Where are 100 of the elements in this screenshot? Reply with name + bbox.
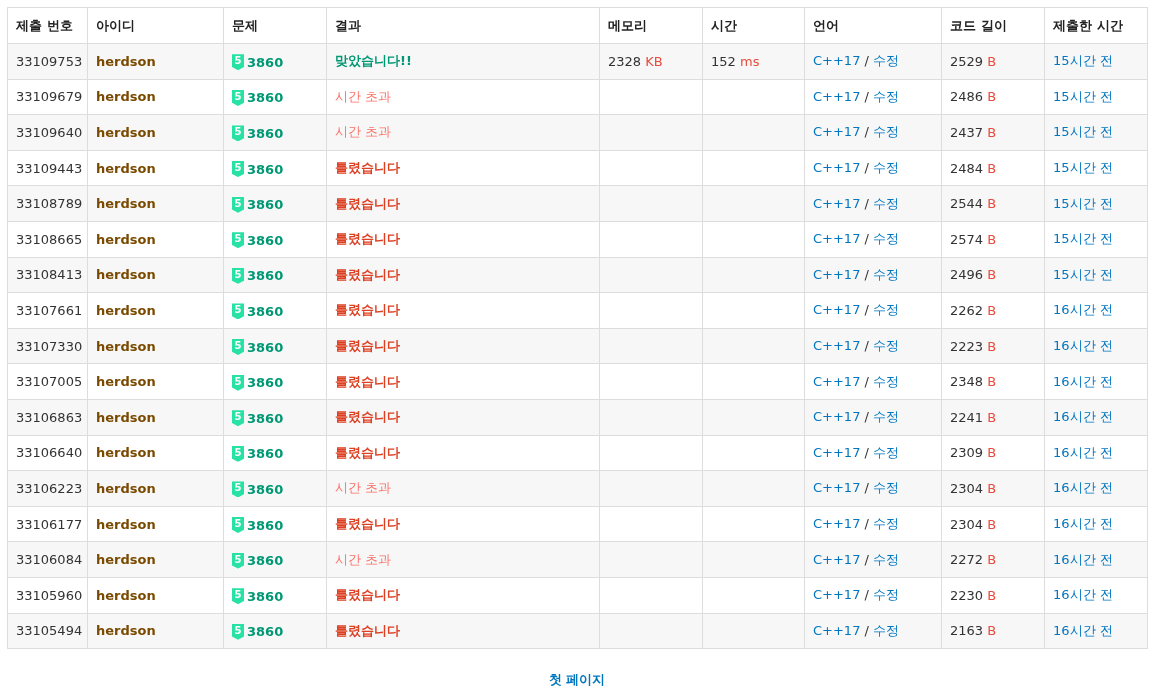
edit-link[interactable]: 수정	[873, 480, 900, 496]
code-length: 2348 B	[950, 374, 997, 390]
edit-link[interactable]: 수정	[873, 53, 900, 69]
user-link[interactable]: herdson	[96, 53, 156, 69]
column-header: 제출 번호	[7, 7, 88, 44]
language-link[interactable]: C++17	[813, 444, 861, 460]
edit-link[interactable]: 수정	[873, 551, 900, 567]
code-length: 2486 B	[950, 89, 997, 105]
user-link[interactable]: herdson	[96, 516, 156, 532]
user-link[interactable]: herdson	[96, 623, 156, 639]
user-link[interactable]: herdson	[96, 231, 156, 247]
edit-link[interactable]: 수정	[873, 88, 900, 104]
separator-text: /	[864, 373, 869, 389]
user-link[interactable]: herdson	[96, 552, 156, 568]
result-text: 틀렸습니다	[335, 160, 400, 176]
result-text: 틀렸습니다	[335, 622, 400, 638]
edit-link[interactable]: 수정	[873, 231, 900, 247]
edit-link[interactable]: 수정	[873, 409, 900, 425]
separator-text: /	[864, 88, 869, 104]
result-text: 틀렸습니다	[335, 338, 400, 354]
language-link[interactable]: C++17	[813, 622, 861, 638]
submission-id: 33108413	[7, 257, 88, 293]
tier-badge: 5	[232, 481, 244, 498]
memory-value: 2328 KB	[608, 53, 663, 69]
separator-text: /	[864, 160, 869, 176]
time-value: 152 ms	[711, 53, 760, 69]
result-text: 시간 초과	[335, 551, 392, 567]
user-link[interactable]: herdson	[96, 409, 156, 425]
tier-badge: 5	[232, 267, 244, 284]
language-link[interactable]: C++17	[813, 587, 861, 603]
submission-id: 33106863	[7, 399, 88, 436]
separator-text: /	[864, 195, 869, 211]
user-link[interactable]: herdson	[96, 480, 156, 496]
language-link[interactable]: C++17	[813, 231, 861, 247]
tier-badge: 5	[232, 196, 244, 213]
submission-id: 33106084	[7, 541, 88, 578]
code-length: 2304 B	[950, 480, 997, 496]
language-link[interactable]: C++17	[813, 516, 861, 531]
user-link[interactable]: herdson	[96, 267, 156, 283]
separator-text: /	[864, 480, 869, 496]
user-link[interactable]: herdson	[96, 338, 156, 354]
result-text: 틀렸습니다	[335, 195, 400, 211]
language-link[interactable]: C++17	[813, 338, 861, 354]
edit-link[interactable]: 수정	[873, 516, 900, 531]
edit-link[interactable]: 수정	[873, 160, 900, 176]
language-link[interactable]: C++17	[813, 88, 861, 104]
user-link[interactable]: herdson	[96, 587, 156, 603]
user-link[interactable]: herdson	[96, 374, 156, 390]
result-text: 시간 초과	[335, 480, 392, 496]
user-link[interactable]: herdson	[96, 445, 156, 461]
edit-link[interactable]: 수정	[873, 373, 900, 389]
submission-id: 33108789	[7, 185, 88, 222]
code-length: 2484 B	[950, 160, 997, 176]
code-length: 2223 B	[950, 338, 997, 354]
edit-link[interactable]: 수정	[873, 302, 900, 318]
code-length: 2304 B	[950, 516, 997, 532]
separator-text: /	[864, 231, 869, 247]
result-text: 틀렸습니다	[335, 587, 400, 603]
tier-badge: 5	[232, 445, 244, 462]
user-link[interactable]: herdson	[96, 196, 156, 212]
user-link[interactable]: herdson	[96, 302, 156, 318]
user-link[interactable]: herdson	[96, 89, 156, 105]
tier-badge: 5	[232, 125, 244, 142]
language-link[interactable]: C++17	[813, 195, 861, 211]
language-link[interactable]: C++17	[813, 266, 861, 282]
column-header: 시간	[702, 7, 805, 44]
submission-id: 33107330	[7, 328, 88, 364]
user-link[interactable]: herdson	[96, 160, 156, 176]
submission-id: 33109753	[7, 43, 88, 80]
submission-id: 33106640	[7, 435, 88, 471]
result-text: 틀렸습니다	[335, 373, 400, 389]
language-link[interactable]: C++17	[813, 409, 861, 425]
language-link[interactable]: C++17	[813, 373, 861, 389]
language-link[interactable]: C++17	[813, 53, 861, 69]
first-page-link[interactable]: 첫 페이지	[548, 671, 606, 690]
language-link[interactable]: C++17	[813, 302, 861, 318]
edit-link[interactable]: 수정	[873, 444, 900, 460]
code-length: 2262 B	[950, 302, 997, 318]
code-length: 2230 B	[950, 587, 997, 603]
submission-id: 33105494	[7, 613, 88, 649]
column-header: 코드 길이	[941, 7, 1045, 44]
language-link[interactable]: C++17	[813, 480, 861, 496]
edit-link[interactable]: 수정	[873, 195, 900, 211]
edit-link[interactable]: 수정	[873, 124, 900, 140]
result-text: 틀렸습니다	[335, 231, 400, 247]
tier-badge: 5	[232, 232, 244, 249]
user-link[interactable]: herdson	[96, 125, 156, 140]
edit-link[interactable]: 수정	[873, 338, 900, 354]
language-link[interactable]: C++17	[813, 124, 861, 140]
language-link[interactable]: C++17	[813, 160, 861, 176]
tier-badge: 5	[232, 517, 244, 533]
edit-link[interactable]: 수정	[873, 622, 900, 638]
separator-text: /	[864, 302, 869, 318]
code-length: 2241 B	[950, 409, 997, 425]
submission-id: 33106223	[7, 470, 88, 507]
column-header: 결과	[326, 7, 600, 44]
language-link[interactable]: C++17	[813, 551, 861, 567]
separator-text: /	[864, 266, 869, 282]
edit-link[interactable]: 수정	[873, 587, 900, 603]
edit-link[interactable]: 수정	[873, 266, 900, 282]
